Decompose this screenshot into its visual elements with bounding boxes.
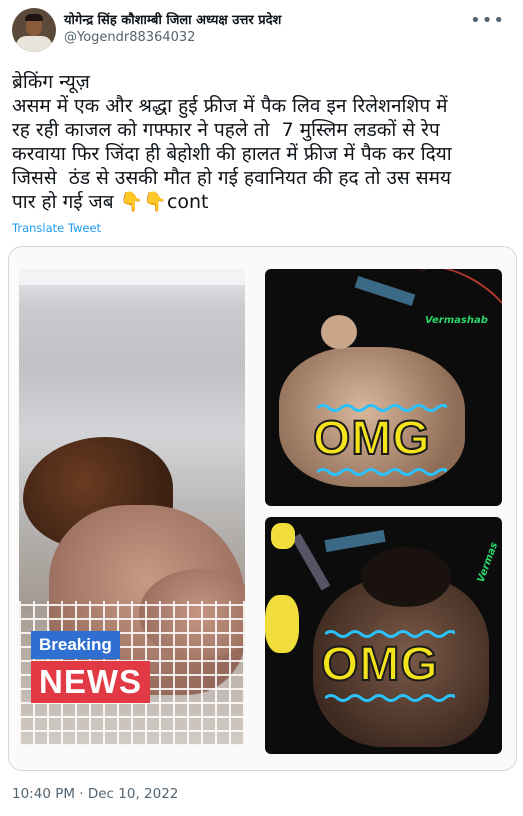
photo-glove — [265, 595, 299, 653]
photo-pipe — [324, 529, 386, 553]
media-photo-top-right[interactable]: Vermashab OMG — [265, 269, 502, 506]
photo-pipe — [354, 276, 416, 306]
translate-tweet-link[interactable]: Translate Tweet — [12, 221, 101, 235]
avatar-shirt — [16, 36, 52, 52]
tweet-media[interactable]: Breaking NEWS Vermashab OMG Vermas OMG — [8, 246, 517, 771]
omg-overlay-top: OMG — [312, 411, 431, 466]
watermark: Vermas — [475, 540, 501, 585]
avatar-hair — [25, 14, 43, 21]
photo-glove — [271, 523, 295, 549]
news-overlay: NEWS — [31, 661, 150, 703]
watermark: Vermashab — [425, 315, 488, 326]
media-photo-freezer[interactable]: Breaking NEWS — [19, 269, 245, 746]
author-handle[interactable]: @Yogendr88364032 — [64, 30, 195, 45]
tweet-header: योगेन्द्र सिंह कौशाम्बी जिला अध्यक्ष उत्… — [12, 8, 511, 54]
photo-hair — [361, 547, 451, 607]
breaking-overlay: Breaking — [31, 631, 120, 659]
tweet-text: ब्रेकिंग न्यूज़ असम में एक और श्रद्धा हु… — [12, 71, 452, 213]
avatar[interactable] — [12, 8, 56, 52]
media-photo-bottom-right[interactable]: Vermas OMG — [265, 517, 502, 754]
omg-overlay-bottom: OMG — [320, 637, 439, 692]
author-display-name[interactable]: योगेन्द्र सिंह कौशाम्बी जिला अध्यक्ष उत्… — [64, 10, 281, 28]
more-horizontal-icon[interactable]: ••• — [470, 10, 505, 31]
freezer-lid — [19, 269, 245, 287]
tweet-timestamp[interactable]: 10:40 PM · Dec 10, 2022 — [12, 786, 178, 802]
wave-decoration-bottom-under — [325, 694, 455, 702]
photo-foot — [321, 315, 357, 349]
wave-decoration-top-under — [317, 468, 447, 476]
